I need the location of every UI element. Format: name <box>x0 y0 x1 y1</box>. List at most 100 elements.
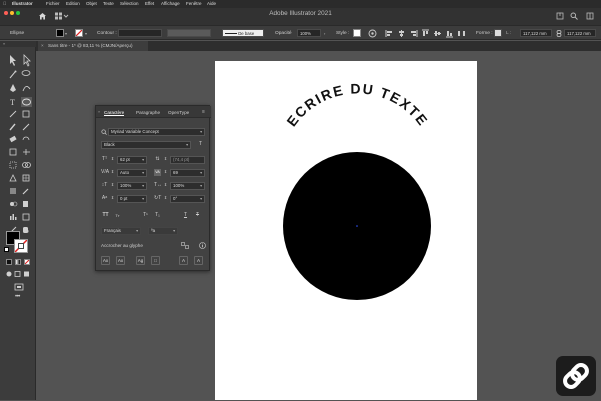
opacity-label[interactable]: Opacité <box>275 31 292 36</box>
menu-affichage[interactable]: Affichage <box>161 1 180 6</box>
curvature-tool-icon[interactable] <box>22 86 31 92</box>
column-graph-tool-icon[interactable] <box>10 214 17 220</box>
touch-type-icon[interactable]: T <box>197 141 204 148</box>
vertical-scale-field[interactable]: 100% ▾ <box>117 182 147 190</box>
scale-tool-icon[interactable] <box>9 148 17 156</box>
snap-baseline-button[interactable]: Ax <box>101 256 110 265</box>
align-bottom-icon[interactable] <box>445 29 454 38</box>
none-mode-icon[interactable] <box>24 259 30 265</box>
recolor-icon[interactable] <box>368 29 377 38</box>
superscript-icon[interactable]: T¹ <box>142 212 149 219</box>
free-transform-tool-icon[interactable] <box>9 161 17 169</box>
line-tool-icon[interactable] <box>9 110 17 118</box>
curved-text[interactable]: ECRIRE DU TEXTE <box>283 80 431 129</box>
menu-fichier[interactable]: Fichier <box>46 1 60 6</box>
stroke-weight-field[interactable] <box>118 29 162 37</box>
baseline-shift-stepper-icon[interactable]: ⇕ <box>109 195 116 202</box>
snap-anchor-button[interactable]: A <box>194 256 203 265</box>
font-search-icon[interactable] <box>101 129 107 135</box>
style-swatch[interactable] <box>353 29 361 37</box>
rotate-tool-icon[interactable] <box>22 136 30 141</box>
font-size-field[interactable]: 62 pt ▾ <box>117 156 147 164</box>
magic-wand-tool-icon[interactable] <box>9 70 17 79</box>
panel-menu-icon[interactable]: ≡ <box>202 109 205 115</box>
color-mode-icon[interactable] <box>6 259 12 265</box>
tracking-field[interactable]: 69 ▾ <box>170 169 205 177</box>
default-colors-icon[interactable] <box>4 247 9 252</box>
align-middle-icon[interactable] <box>433 29 442 38</box>
opacity-field[interactable]: 100% <box>297 29 321 37</box>
character-rotation-field[interactable]: 0° ▾ <box>170 195 205 203</box>
gradient-tool-icon[interactable] <box>10 188 16 194</box>
baseline-shift-field[interactable]: 0 pt ▾ <box>117 195 147 203</box>
tracking-stepper-icon[interactable]: ⇕ <box>162 169 169 176</box>
width-field[interactable]: 117,122 mm <box>520 29 552 37</box>
menu-aide[interactable]: Aide <box>207 1 216 6</box>
type-tool-icon[interactable]: T <box>10 98 15 107</box>
horizontal-scale-field[interactable]: 100% ▾ <box>170 182 205 190</box>
eraser-tool-icon[interactable] <box>9 135 17 143</box>
distribute-icon[interactable] <box>457 29 466 38</box>
small-caps-icon[interactable]: Tᴛ <box>114 212 121 219</box>
snap-glyph-bounds-button[interactable]: Ag <box>136 256 145 265</box>
gradient-mode-icon[interactable] <box>15 259 21 265</box>
document-tab[interactable]: × Sans titre - 1* @ 83,11 % (CMJN/Aperçu… <box>38 41 148 51</box>
perspective-grid-tool-icon[interactable] <box>9 174 17 182</box>
underline-icon[interactable]: T <box>182 212 189 219</box>
align-left-icon[interactable] <box>385 29 394 38</box>
share-icon[interactable] <box>556 12 564 20</box>
rectangle-tool-icon[interactable] <box>22 110 30 118</box>
subscript-icon[interactable]: T₁ <box>154 212 161 219</box>
lasso-tool-icon[interactable] <box>21 70 31 76</box>
close-tab-icon[interactable]: × <box>41 41 44 51</box>
rotation-stepper-icon[interactable]: ⇕ <box>162 195 169 202</box>
arrange-panels-icon[interactable] <box>586 12 594 20</box>
menu-objet[interactable]: Objet <box>86 1 97 6</box>
selection-tool-icon[interactable] <box>10 55 16 66</box>
stroke-dropdown-icon[interactable]: ▾ <box>85 31 87 36</box>
artboard[interactable]: ECRIRE DU TEXTE <box>215 61 477 400</box>
tab-opentype[interactable]: OpenType <box>168 110 189 115</box>
artboard-tool-icon[interactable] <box>22 213 30 221</box>
kerning-field[interactable]: Auto ▾ <box>117 169 147 177</box>
eyedropper-tool-icon[interactable] <box>22 188 29 195</box>
fill-dropdown-icon[interactable]: ▾ <box>65 31 67 36</box>
leading-stepper-icon[interactable]: ⇕ <box>162 156 169 163</box>
variable-width-field[interactable] <box>167 29 211 37</box>
panel-collapse-icon[interactable]: » <box>98 109 100 114</box>
symbol-sprayer-tool-icon[interactable] <box>23 201 28 207</box>
swap-colors-icon[interactable]: ↻ <box>25 229 29 235</box>
tab-paragraphe[interactable]: Paragraphe <box>136 110 160 115</box>
snap-settings-icon[interactable] <box>181 242 189 249</box>
font-family-field[interactable]: Myriad Variable Concept ▾ <box>108 128 205 136</box>
menu-texte[interactable]: Texte <box>103 1 114 6</box>
menu-edition[interactable]: Edition <box>66 1 80 6</box>
align-center-icon[interactable] <box>397 29 406 38</box>
font-size-stepper-icon[interactable]: ⇕ <box>109 156 116 163</box>
language-select[interactable]: Français ▾ <box>101 227 141 235</box>
all-caps-icon[interactable]: TT <box>102 212 109 219</box>
mesh-tool-icon[interactable] <box>22 174 30 182</box>
paintbrush-tool-icon[interactable] <box>9 123 16 131</box>
horizontal-scale-stepper-icon[interactable]: ⇕ <box>162 182 169 189</box>
stroke-swatch[interactable] <box>75 29 83 37</box>
shape-options-swatch[interactable] <box>494 29 502 37</box>
fill-swatch[interactable] <box>56 29 64 37</box>
snap-xheight-button[interactable]: Ax <box>116 256 125 265</box>
opacity-arrow-icon[interactable]: › <box>324 31 325 36</box>
search-icon[interactable] <box>570 12 578 20</box>
stroke-profile-select[interactable]: De base <box>222 29 264 37</box>
menu-selection[interactable]: Sélection <box>120 1 139 6</box>
antialias-select[interactable]: ªa ▾ <box>148 227 178 235</box>
pen-tool-icon[interactable] <box>10 84 16 92</box>
leading-field[interactable]: (74,4 pt) <box>170 156 205 164</box>
font-family-dropdown-icon[interactable]: ▾ <box>200 129 202 135</box>
font-style-field[interactable]: Black ▾ <box>101 141 191 149</box>
menu-effet[interactable]: Effet <box>145 1 154 6</box>
menu-fenetre[interactable]: Fenêtre <box>186 1 202 6</box>
draw-mode-icons[interactable] <box>6 270 30 278</box>
shape-builder-tool-icon[interactable] <box>22 162 31 168</box>
constrain-link-icon[interactable] <box>556 30 562 37</box>
strikethrough-icon[interactable]: T <box>194 212 201 219</box>
snap-proximity-button[interactable]: □ <box>151 256 160 265</box>
